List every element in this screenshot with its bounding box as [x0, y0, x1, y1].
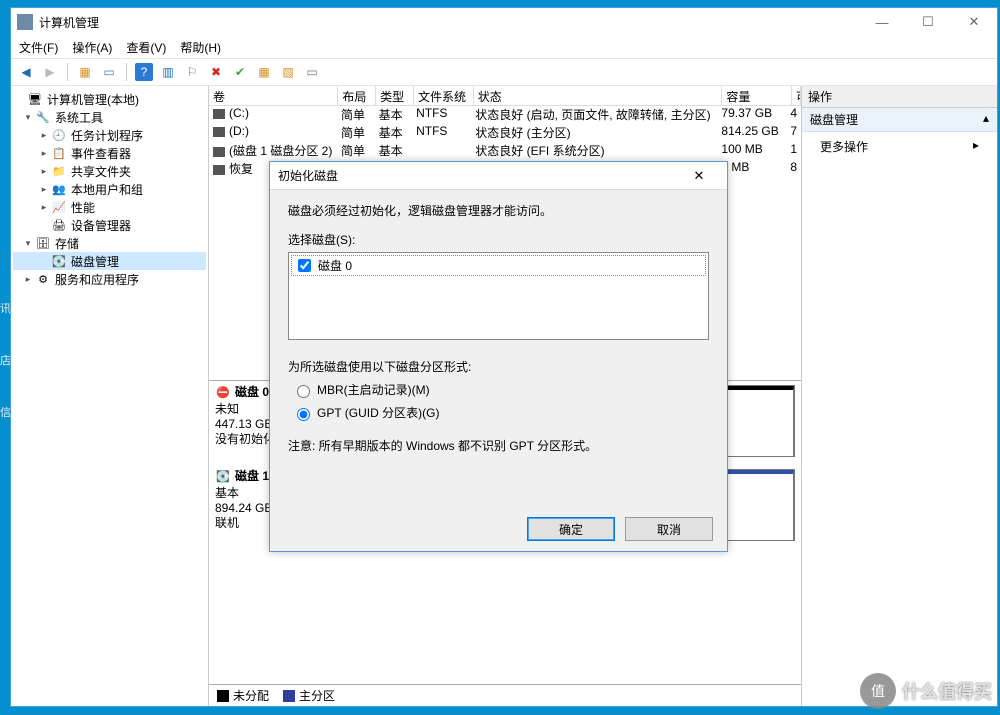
collapse-icon: ▴: [983, 111, 989, 128]
offline-disk-icon: ⛔: [215, 386, 231, 402]
services-icon: ⚙: [35, 271, 51, 287]
dialog-close-button[interactable]: ✕: [679, 168, 719, 184]
device-icon: 🖨: [51, 217, 67, 233]
volume-header[interactable]: 卷 布局 类型 文件系统 状态 容量 可: [209, 86, 801, 106]
mbr-radio[interactable]: MBR(主启动记录)(M): [292, 381, 709, 398]
forward-icon[interactable]: ▶: [41, 63, 59, 81]
window-title: 计算机管理: [39, 14, 99, 31]
actions-pane: 操作 磁盘管理▴ 更多操作▸: [802, 86, 997, 706]
actions-header: 操作: [802, 86, 997, 108]
maximize-button[interactable]: ☐: [905, 8, 951, 36]
clock-icon: 🕘: [51, 127, 67, 143]
ok-button[interactable]: 确定: [527, 517, 615, 541]
more-actions[interactable]: 更多操作▸: [802, 132, 997, 161]
volume-row: (C:)简单基本NTFS状态良好 (启动, 页面文件, 故障转储, 主分区)79…: [209, 106, 801, 124]
menu-view[interactable]: 查看(V): [126, 39, 166, 56]
toolbar-icon[interactable]: ▭: [303, 63, 321, 81]
app-icon: [17, 14, 33, 30]
chevron-right-icon: ▸: [973, 138, 979, 155]
help-icon[interactable]: ?: [135, 63, 153, 81]
disk-icon: 💽: [51, 253, 67, 269]
disk-list[interactable]: 磁盘 0: [288, 252, 709, 340]
watermark-text: 什么值得买: [902, 678, 992, 704]
legend: 未分配 主分区: [209, 684, 801, 706]
initialize-disk-dialog: 初始化磁盘 ✕ 磁盘必须经过初始化，逻辑磁盘管理器才能访问。 选择磁盘(S): …: [269, 161, 728, 552]
storage-icon: 🗄: [35, 235, 51, 251]
select-disk-label: 选择磁盘(S):: [288, 231, 709, 248]
disk-icon: 💽: [215, 470, 231, 486]
toolbar-icon[interactable]: ▧: [279, 63, 297, 81]
event-icon: 📋: [51, 145, 67, 161]
toolbar-icon[interactable]: ▥: [159, 63, 177, 81]
wrench-icon: 🔧: [35, 109, 51, 125]
watermark-icon: 值: [860, 673, 896, 709]
volume-row: (磁盘 1 磁盘分区 2)简单基本状态良好 (EFI 系统分区)100 MB1: [209, 142, 801, 160]
users-icon: 👥: [51, 181, 67, 197]
menu-action[interactable]: 操作(A): [72, 39, 112, 56]
back-icon[interactable]: ◀: [17, 63, 35, 81]
dialog-titlebar: 初始化磁盘 ✕: [270, 162, 727, 190]
nav-tree[interactable]: 🖥计算机管理(本地) ▾🔧系统工具 ▸🕘任务计划程序 ▸📋事件查看器 ▸📁共享文…: [11, 86, 209, 706]
close-button[interactable]: ✕: [951, 8, 997, 36]
menu-file[interactable]: 文件(F): [19, 39, 58, 56]
dialog-message: 磁盘必须经过初始化，逻辑磁盘管理器才能访问。: [288, 202, 709, 219]
toolbar: ◀ ▶ ▦ ▭ ? ▥ ⚐ ✖ ✔ ▦ ▧ ▭: [11, 58, 997, 86]
dialog-title: 初始化磁盘: [278, 167, 338, 184]
perf-icon: 📈: [51, 199, 67, 215]
titlebar: 计算机管理 — ☐ ✕: [11, 8, 997, 36]
menubar: 文件(F) 操作(A) 查看(V) 帮助(H): [11, 36, 997, 58]
volume-row: (D:)简单基本NTFS状态良好 (主分区)814.25 GB7: [209, 124, 801, 142]
menu-help[interactable]: 帮助(H): [180, 39, 221, 56]
minimize-button[interactable]: —: [859, 8, 905, 36]
dialog-note: 注意: 所有早期版本的 Windows 都不识别 GPT 分区形式。: [288, 437, 709, 454]
check-icon[interactable]: ✔: [231, 63, 249, 81]
actions-section[interactable]: 磁盘管理▴: [802, 108, 997, 132]
watermark: 值 什么值得买: [860, 673, 992, 709]
folder-icon: 📁: [51, 163, 67, 179]
toolbar-icon[interactable]: ▭: [100, 63, 118, 81]
gpt-radio[interactable]: GPT (GUID 分区表)(G): [292, 404, 709, 421]
partition-style-label: 为所选磁盘使用以下磁盘分区形式:: [288, 358, 709, 375]
cancel-button[interactable]: 取消: [625, 517, 713, 541]
delete-icon[interactable]: ✖: [207, 63, 225, 81]
toolbar-icon[interactable]: ▦: [76, 63, 94, 81]
toolbar-icon[interactable]: ⚐: [183, 63, 201, 81]
toolbar-icon[interactable]: ▦: [255, 63, 273, 81]
disk-0-checkbox[interactable]: 磁盘 0: [291, 255, 706, 276]
computer-icon: 🖥: [27, 91, 43, 107]
